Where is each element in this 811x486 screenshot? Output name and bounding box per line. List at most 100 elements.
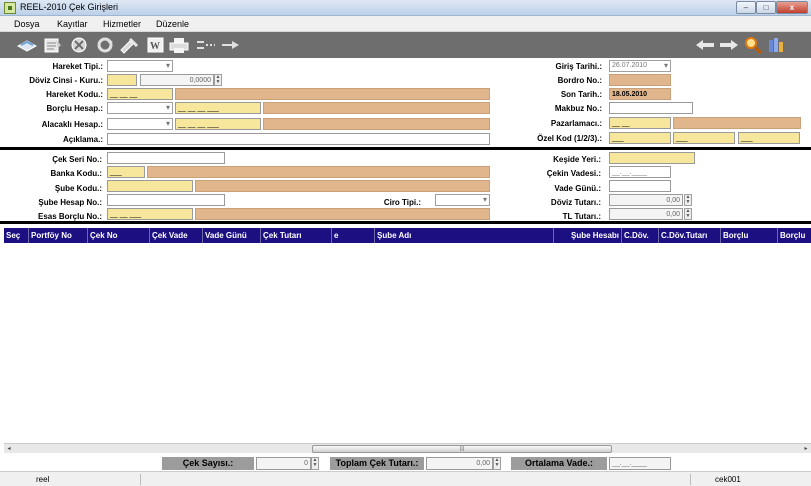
doviz-tutari-field[interactable]: 0,00 (609, 194, 683, 206)
tl-tutari-label: TL Tutarı.: (562, 212, 601, 221)
cek-seri-no-label: Çek Seri No.: (52, 155, 102, 164)
column-cek-no[interactable]: Çek No (88, 228, 150, 243)
sube-hesap-no-label: Şube Hesap No.: (38, 198, 102, 207)
bordro-no-field[interactable] (609, 74, 671, 86)
ortalama-vade-field: __.__.____ (609, 457, 671, 470)
vade-gunu-label: Vade Günü.: (554, 184, 601, 193)
section-divider-2 (0, 221, 811, 224)
new-record-icon[interactable] (16, 36, 38, 54)
print-icon[interactable] (168, 36, 190, 54)
cek-sayisi-spinner[interactable]: ▲ ▼ (311, 457, 319, 470)
keside-yeri-field[interactable] (609, 152, 695, 164)
column-sube-adi[interactable]: Şube Adı (375, 228, 554, 243)
close-button[interactable]: x (776, 1, 808, 14)
maximize-button[interactable]: □ (756, 1, 776, 14)
hareket-tipi-select[interactable] (107, 60, 173, 72)
column-borclu-2[interactable]: Borçlu (778, 228, 811, 243)
esas-borclu-no-field[interactable]: __ __ ___ (107, 208, 193, 220)
doviz-tutari-spinner[interactable]: ▲ ▼ (684, 194, 692, 206)
collapse-icon[interactable] (195, 36, 217, 54)
aciklama-field[interactable] (107, 133, 490, 145)
column-cek-tutari[interactable]: Çek Tutarı (261, 228, 332, 243)
doviz-tutari-label: Döviz Tutarı.: (550, 198, 601, 207)
column-cek-vade[interactable]: Çek Vade (150, 228, 203, 243)
doviz-kuru-spinner[interactable]: ▲ ▼ (214, 74, 222, 86)
sube-kodu-label: Şube Kodu.: (54, 184, 102, 193)
totals-bar: Çek Sayısı.: 0 ▲ ▼ Toplam Çek Tutarı.: 0,… (0, 453, 811, 471)
back-arrow-icon[interactable] (694, 36, 716, 54)
doviz-cinsi-field[interactable] (107, 74, 137, 86)
toolbar: W (0, 32, 811, 58)
alacakli-hesap-description (263, 118, 490, 130)
expand-icon[interactable] (220, 36, 242, 54)
makbuz-no-label: Makbuz No.: (554, 104, 602, 113)
son-tarih-label: Son Tarih.: (560, 90, 602, 99)
forward-arrow-icon[interactable] (718, 36, 740, 54)
column-borclu[interactable]: Borçlu (721, 228, 778, 243)
alacakli-hesap-field[interactable]: __ __ __ ___ (175, 118, 261, 130)
column-portfoy-no[interactable]: Portföy No (29, 228, 88, 243)
report-icon[interactable] (766, 36, 788, 54)
tools-icon[interactable] (118, 36, 140, 54)
alacakli-hesap-label: Alacaklı Hesap.: (41, 120, 103, 129)
pazarlamaci-description (673, 117, 801, 129)
menu-hizmetler[interactable]: Hizmetler (103, 19, 141, 29)
cek-seri-no-field[interactable] (107, 152, 225, 164)
alacakli-hesap-select[interactable] (107, 118, 173, 130)
sube-hesap-no-field[interactable] (107, 194, 225, 206)
cekin-vadesi-field[interactable]: __.__.____ (609, 166, 671, 178)
search-icon[interactable] (742, 36, 764, 55)
app-icon (4, 2, 16, 14)
borclu-hesap-select[interactable] (107, 102, 173, 114)
scroll-left-icon[interactable]: ◂ (4, 445, 14, 453)
title-bar: REEL-2010 Çek Girişleri – □ x (0, 0, 811, 16)
esas-borclu-description (195, 208, 490, 220)
ozel-kod-1-field[interactable]: ___ (609, 132, 671, 144)
ozel-kod-2-field[interactable]: ___ (673, 132, 735, 144)
word-icon[interactable]: W (145, 36, 167, 54)
scroll-right-icon[interactable]: ▸ (801, 445, 811, 453)
status-divider (690, 474, 691, 485)
column-c-dov-tutari[interactable]: C.Döv.Tutarı (659, 228, 721, 243)
tl-tutari-spinner[interactable]: ▲ ▼ (684, 208, 692, 220)
cek-sayisi-label: Çek Sayısı.: (162, 457, 254, 470)
makbuz-no-field[interactable] (609, 102, 693, 114)
window-title: REEL-2010 Çek Girişleri (20, 2, 119, 12)
column-e[interactable]: e (332, 228, 375, 243)
sube-adi-description (195, 180, 490, 192)
ortalama-vade-label: Ortalama Vade.: (511, 457, 607, 470)
vade-gunu-field[interactable] (609, 180, 671, 192)
toplam-spinner[interactable]: ▲ ▼ (493, 457, 501, 470)
ozel-kod-3-field[interactable]: ___ (738, 132, 800, 144)
aciklama-label: Açıklama.: (62, 135, 103, 144)
borclu-hesap-description (263, 102, 490, 114)
section-divider-1 (0, 147, 811, 150)
scrollbar-thumb[interactable]: ||| (312, 445, 612, 453)
borclu-hesap-field[interactable]: __ __ __ ___ (175, 102, 261, 114)
menu-dosya[interactable]: Dosya (14, 19, 40, 29)
column-c-dov[interactable]: C.Döv. (622, 228, 659, 243)
edit-record-icon[interactable] (42, 36, 64, 54)
hareket-tipi-label: Hareket Tipi.: (52, 62, 103, 71)
status-bar: reel cek001 (0, 471, 811, 486)
svg-text:W: W (150, 41, 160, 52)
doviz-kuru-field[interactable]: 0,0000 (140, 74, 214, 86)
horizontal-scrollbar[interactable]: ◂ ||| ▸ (4, 443, 811, 453)
hareket-kodu-field[interactable]: __ __ __ (107, 88, 173, 100)
giris-tarihi-picker[interactable]: 26.07.2010 (609, 60, 671, 72)
sube-kodu-field[interactable] (107, 180, 193, 192)
toplam-cek-tutari-label: Toplam Çek Tutarı.: (330, 457, 424, 470)
menu-kayitlar[interactable]: Kayıtlar (57, 19, 88, 29)
delete-icon[interactable] (68, 36, 90, 54)
column-vade-gunu[interactable]: Vade Günü (203, 228, 261, 243)
refresh-icon[interactable] (94, 36, 116, 54)
cheque-grid-body[interactable] (4, 243, 811, 443)
pazarlamaci-label: Pazarlamacı.: (550, 119, 602, 128)
minimize-button[interactable]: – (736, 1, 756, 14)
pazarlamaci-field[interactable]: __ __ (609, 117, 671, 129)
column-sube-hesabi[interactable]: Şube Hesabı (554, 228, 622, 243)
banka-kodu-field[interactable]: ___ (107, 166, 145, 178)
tl-tutari-field[interactable]: 0,00 (609, 208, 683, 220)
column-sec[interactable]: Seç (4, 228, 29, 243)
menu-duzenle[interactable]: Düzenle (156, 19, 189, 29)
